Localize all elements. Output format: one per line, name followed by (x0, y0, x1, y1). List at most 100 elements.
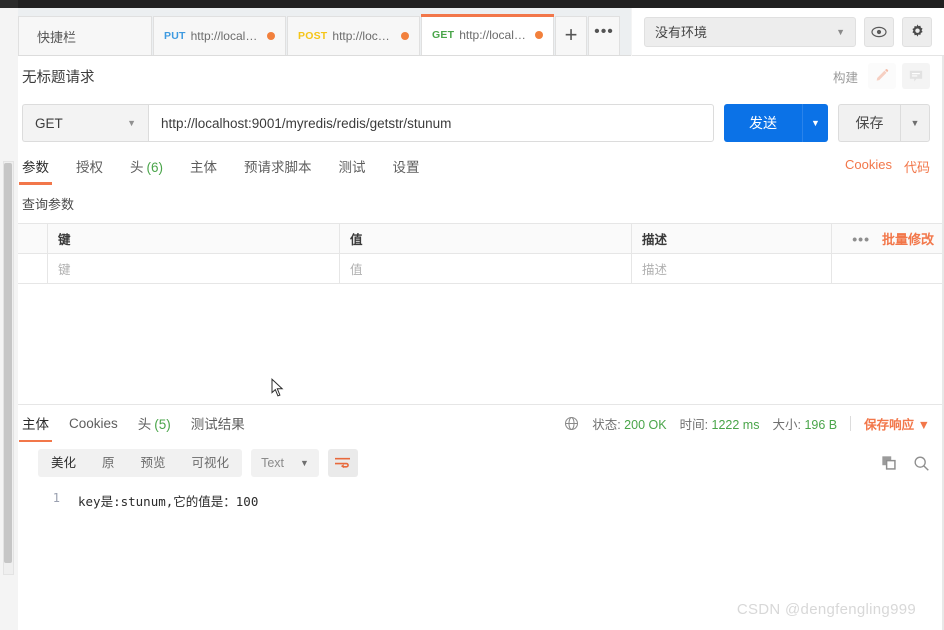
tab-method-label: GET (432, 29, 455, 41)
send-group: 发送 ▼ (724, 104, 828, 142)
tab-method-label: PUT (164, 30, 186, 42)
tab-method-label: POST (298, 30, 328, 42)
response-tab-cookies[interactable]: Cookies (69, 416, 118, 440)
response-tab-headers-label: 头 (137, 417, 152, 432)
comment-icon (909, 70, 923, 82)
row-description-input[interactable]: 描述 (632, 254, 832, 284)
save-options-button[interactable]: ▼ (900, 104, 930, 142)
chevron-down-icon: ▼ (811, 118, 820, 128)
tab-tests-label: 测试 (338, 159, 366, 175)
window-title-strip-left (0, 0, 18, 8)
tab-tests[interactable]: 测试 (339, 156, 366, 185)
table-row[interactable]: 键 值 描述 (18, 254, 944, 284)
response-section-tabs: 主体 Cookies 头 (5) 测试结果 状态: 200 OK 时间: 122… (18, 405, 944, 442)
edit-request-button[interactable] (868, 63, 896, 89)
settings-button[interactable] (902, 16, 932, 47)
response-tab-body[interactable]: 主体 (19, 413, 52, 442)
postman-window: 快捷栏 PUT http://localho... POST http://lo… (0, 0, 944, 630)
response-body-viewer[interactable]: 1 key是:stunum,它的值是：100 (18, 485, 944, 510)
url-bar: GET ▼ 发送 ▼ 保存 ▼ (18, 96, 944, 152)
environment-selector-label: 没有环境 (655, 25, 708, 40)
http-method-selector[interactable]: GET ▼ (22, 104, 148, 142)
view-mode-visualize[interactable]: 可视化 (179, 449, 243, 477)
copy-icon (882, 456, 896, 470)
row-checkbox[interactable] (18, 254, 48, 284)
save-button[interactable]: 保存 (838, 104, 900, 142)
tab-pre-request-script-label: 预请求脚本 (244, 159, 312, 175)
send-button-label: 发送 (749, 115, 777, 131)
chevron-down-icon: ▼ (917, 418, 930, 432)
build-label: 构建 (832, 70, 858, 85)
request-tab-get[interactable]: GET http://localhos... (421, 14, 554, 55)
bulk-edit-link[interactable]: 批量修改 (882, 229, 934, 248)
left-rail (0, 56, 18, 630)
word-wrap-button[interactable] (327, 449, 358, 477)
status-value: 200 OK (624, 418, 667, 432)
environment-bar: 没有环境 ▼ (632, 8, 944, 56)
table-header-key: 键 (48, 224, 340, 254)
tab-headers[interactable]: 头 (6) (130, 156, 163, 185)
response-tab-headers[interactable]: 头 (5) (138, 413, 171, 442)
response-format-selector[interactable]: Text ▼ (251, 449, 319, 477)
table-header-value: 值 (340, 224, 632, 254)
environment-quick-look-button[interactable] (864, 16, 894, 47)
size-value: 196 B (804, 418, 838, 432)
pencil-icon (876, 68, 889, 81)
request-panel: 无标题请求 构建 GET ▼ http://localhost:9001/myr… (18, 56, 944, 630)
request-tab-bar: 快捷栏 PUT http://localho... POST http://lo… (18, 8, 631, 56)
save-response-button[interactable]: 保存响应 ▼ (864, 414, 930, 433)
row-value-input[interactable]: 值 (340, 254, 632, 284)
tab-settings[interactable]: 设置 (393, 156, 420, 185)
tab-authorization-label: 授权 (76, 159, 103, 175)
tab-settings-label: 设置 (392, 159, 420, 175)
chevron-down-icon: ▼ (836, 26, 845, 37)
tab-body-label: 主体 (190, 159, 217, 175)
request-tab-post[interactable]: POST http://localh... (287, 16, 420, 55)
response-body-toolbar: 美化 原 预览 可视化 Text ▼ (18, 441, 944, 485)
send-button[interactable]: 发送 (724, 104, 802, 142)
word-wrap-icon (335, 457, 351, 468)
eye-icon (871, 26, 887, 37)
chevron-down-icon: ▼ (910, 118, 920, 128)
response-tab-body-label: 主体 (22, 417, 49, 432)
tab-pre-request-script[interactable]: 预请求脚本 (244, 156, 312, 185)
tab-params[interactable]: 参数 (19, 156, 52, 185)
tab-shortcut-bar[interactable]: 快捷栏 (18, 16, 152, 55)
ellipsis-icon: ••• (594, 23, 614, 40)
send-options-button[interactable]: ▼ (802, 104, 828, 142)
size-metric: 大小: 196 B (772, 414, 837, 433)
tab-body[interactable]: 主体 (190, 156, 217, 185)
request-tab-put[interactable]: PUT http://localho... (153, 16, 286, 55)
tab-authorization[interactable]: 授权 (76, 156, 103, 185)
view-mode-pretty[interactable]: 美化 (38, 449, 89, 477)
response-tab-headers-count: (5) (154, 417, 171, 432)
response-format-label: Text (261, 456, 284, 470)
response-tab-test-results[interactable]: 测试结果 (191, 413, 245, 442)
cookies-link[interactable]: Cookies (845, 157, 892, 176)
line-number: 1 (52, 491, 60, 505)
code-link[interactable]: 代码 (904, 157, 930, 176)
row-key-input[interactable]: 键 (48, 254, 340, 284)
query-params-label: 查询参数 (22, 197, 75, 212)
tab-params-label: 参数 (22, 159, 49, 175)
globe-icon (565, 416, 579, 431)
params-empty-area (18, 284, 944, 404)
table-header-select-all (18, 224, 48, 254)
table-options-icon[interactable]: ••• (852, 231, 870, 247)
status-badge: 状态: 200 OK (592, 414, 666, 433)
url-input[interactable] (148, 104, 714, 142)
time-value: 1222 ms (711, 418, 760, 432)
search-icon (914, 456, 929, 471)
new-tab-button[interactable]: + (555, 16, 587, 55)
tab-options-button[interactable]: ••• (588, 16, 620, 55)
comments-button[interactable] (902, 63, 930, 89)
chevron-down-icon: ▼ (127, 118, 136, 128)
tab-url-label: http://localhos... (459, 28, 530, 42)
watermark: CSDN @dengfengling999 (736, 601, 916, 618)
view-mode-raw[interactable]: 原 (89, 449, 128, 477)
save-group: 保存 ▼ (838, 104, 930, 142)
sidebar-scrollbar-thumb[interactable] (4, 163, 12, 563)
environment-selector[interactable]: 没有环境 ▼ (644, 16, 856, 47)
view-mode-preview[interactable]: 预览 (128, 449, 179, 477)
unsaved-dot-icon (267, 32, 275, 40)
